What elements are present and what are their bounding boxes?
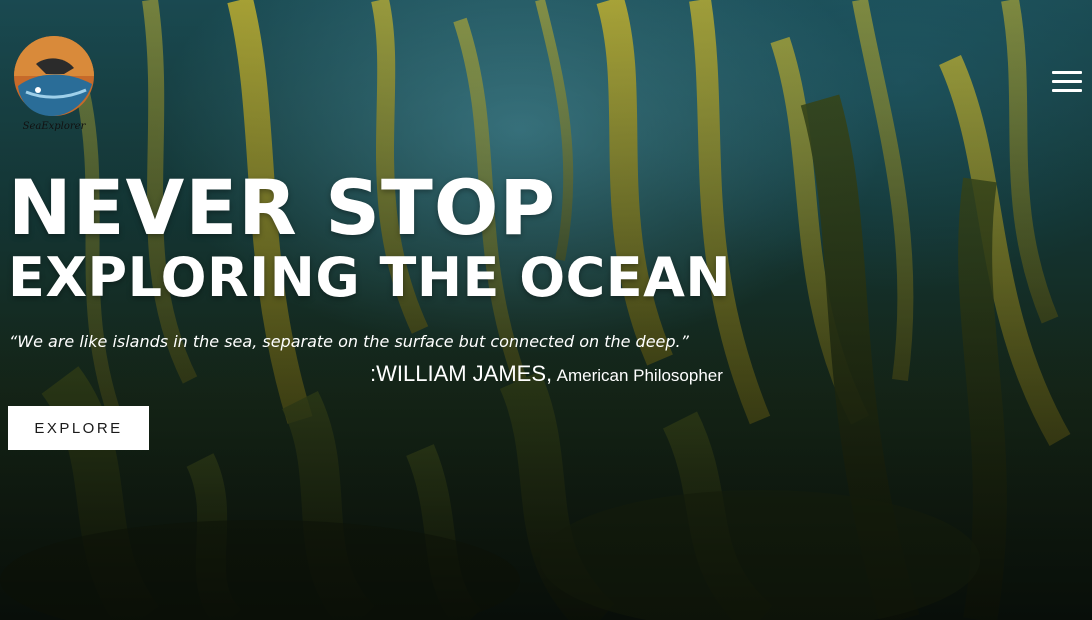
attribution-role: American Philosopher: [556, 366, 723, 385]
hero-headline-line1: NEVER STOP: [8, 163, 557, 252]
hero-quote: “We are like islands in the sea, separat…: [9, 332, 689, 351]
explore-button[interactable]: EXPLORE: [8, 406, 149, 450]
hero-headline-line2: EXPLORING THE OCEAN: [8, 246, 732, 309]
menu-bar: [1052, 89, 1082, 92]
attribution-name: :WILLIAM JAMES,: [370, 361, 553, 386]
site-logo[interactable]: SeaExplorer: [6, 34, 102, 132]
logo-text: SeaExplorer: [23, 121, 87, 132]
menu-bar: [1052, 71, 1082, 74]
hero-background: [0, 0, 1092, 620]
image-overlay: [0, 0, 1092, 620]
menu-bar: [1052, 80, 1082, 83]
quote-attribution: :WILLIAM JAMES, American Philosopher: [370, 361, 723, 387]
hamburger-menu-icon[interactable]: [1046, 66, 1084, 98]
